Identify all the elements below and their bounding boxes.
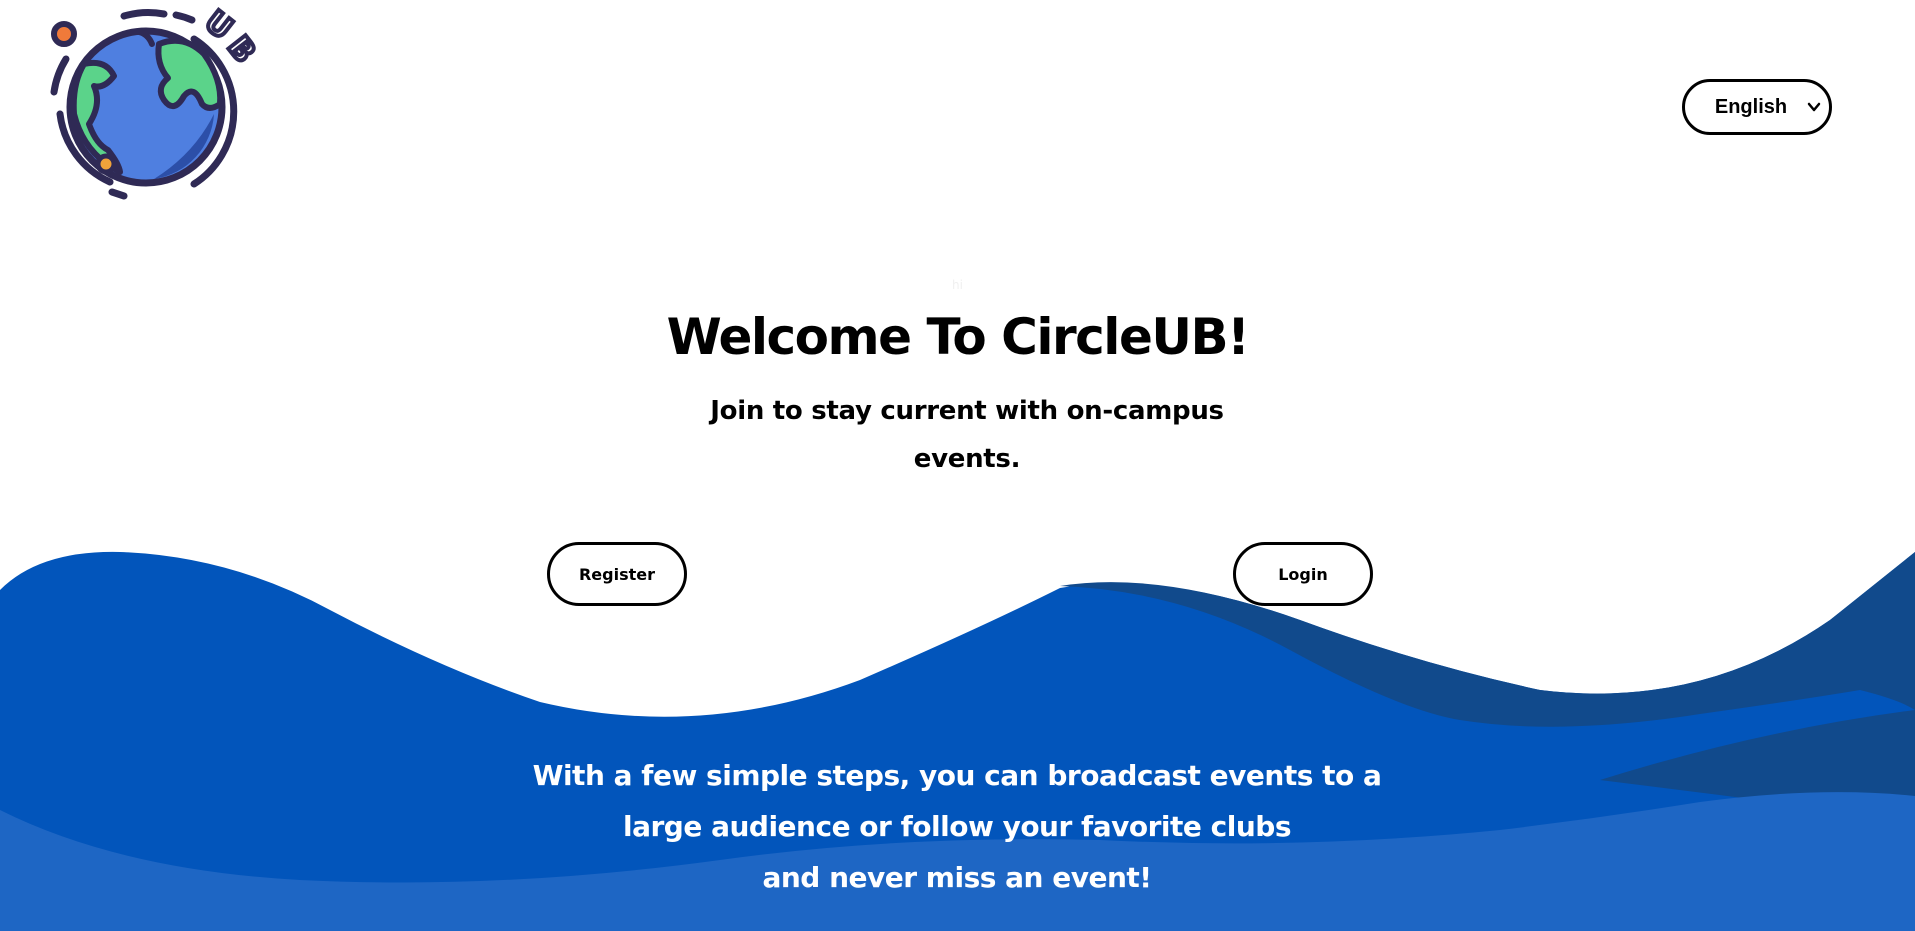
tagline-line: With a few simple steps, you can broadca… xyxy=(532,759,1382,792)
chevron-down-icon xyxy=(1807,102,1821,112)
hidden-text: hi xyxy=(952,278,963,292)
globe-logo-icon[interactable]: U B xyxy=(44,4,260,204)
page-title: Welcome To CircleUB! xyxy=(666,308,1250,366)
page-subtitle: Join to stay current with on-campus even… xyxy=(710,396,1224,474)
register-button[interactable]: Register xyxy=(547,542,687,606)
tagline-line: large audience or follow your favorite c… xyxy=(623,810,1291,843)
tagline: With a few simple steps, you can broadca… xyxy=(457,750,1457,903)
landing-page: U B English hi Welcome To CircleUB! Join… xyxy=(0,0,1915,931)
login-button[interactable]: Login xyxy=(1233,542,1373,606)
tagline-line: and never miss an event! xyxy=(762,861,1152,894)
language-select[interactable]: English xyxy=(1682,79,1832,135)
svg-text:B: B xyxy=(220,30,260,70)
svg-text:U: U xyxy=(198,4,239,47)
language-select-value: English xyxy=(1714,95,1788,118)
